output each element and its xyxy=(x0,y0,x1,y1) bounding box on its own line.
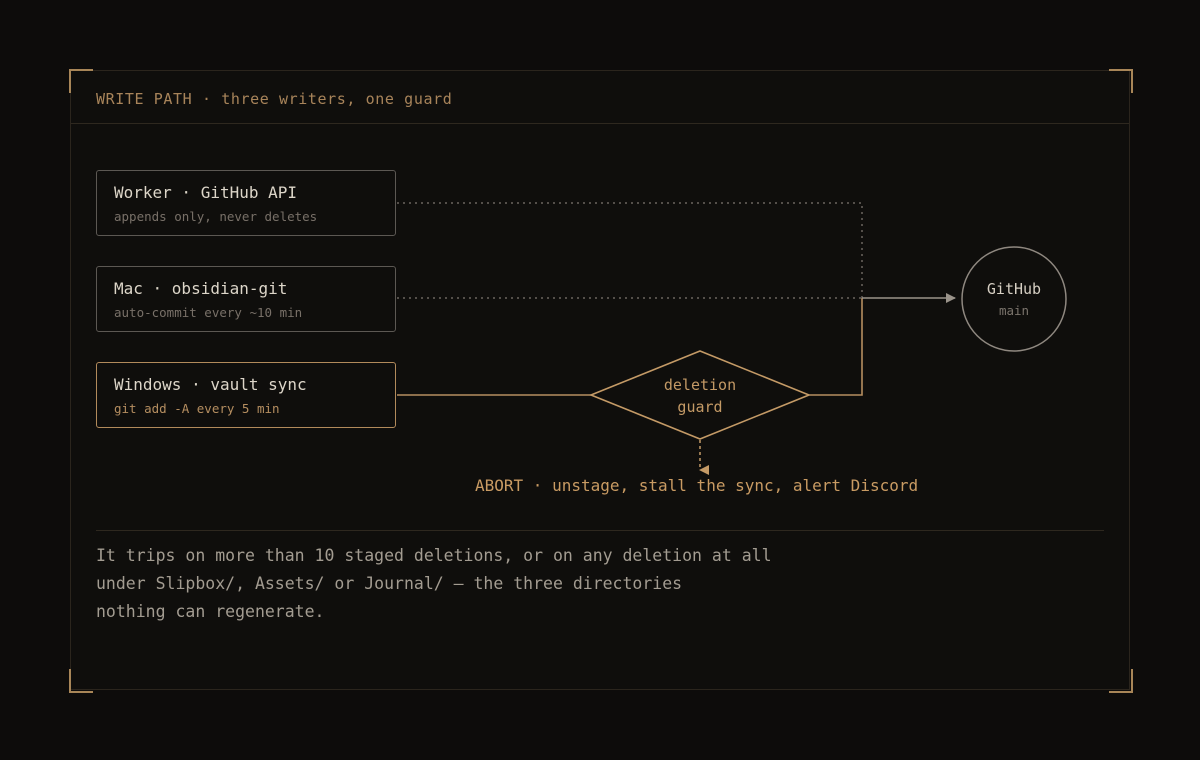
writer-name: Worker · GitHub API xyxy=(114,183,298,202)
note-line: under Slipbox/, Assets/ or Journal/ — th… xyxy=(96,574,683,593)
guard-label-line1: deletion xyxy=(663,376,737,394)
guard-connector xyxy=(809,298,863,396)
note-divider xyxy=(96,530,1104,531)
writer-windows-box: Windows · vault sync git add -A every 5 … xyxy=(96,362,396,428)
github-node xyxy=(961,246,1067,352)
deletion-guard-diamond xyxy=(588,350,812,440)
abort-label: ABORT · unstage, stall the sync, alert D… xyxy=(475,476,919,495)
github-label: GitHub xyxy=(986,280,1042,298)
writer-detail: auto-commit every ~10 min xyxy=(114,305,303,320)
writer-detail: appends only, never deletes xyxy=(114,209,318,224)
worker-connector xyxy=(397,202,863,298)
writer-name: Mac · obsidian-git xyxy=(114,279,288,298)
writer-worker-box: Worker · GitHub API appends only, never … xyxy=(96,170,396,236)
github-branch-label: main xyxy=(998,303,1030,318)
writer-name: Windows · vault sync xyxy=(114,375,307,394)
writer-mac-box: Mac · obsidian-git auto-commit every ~10… xyxy=(96,266,396,332)
guard-explanation: It trips on more than 10 staged deletion… xyxy=(96,542,836,626)
note-line: It trips on more than 10 staged deletion… xyxy=(96,546,772,565)
writer-detail: git add -A every 5 min xyxy=(114,401,280,416)
guard-label-line2: guard xyxy=(677,398,723,416)
note-line: nothing can regenerate. xyxy=(96,602,325,621)
